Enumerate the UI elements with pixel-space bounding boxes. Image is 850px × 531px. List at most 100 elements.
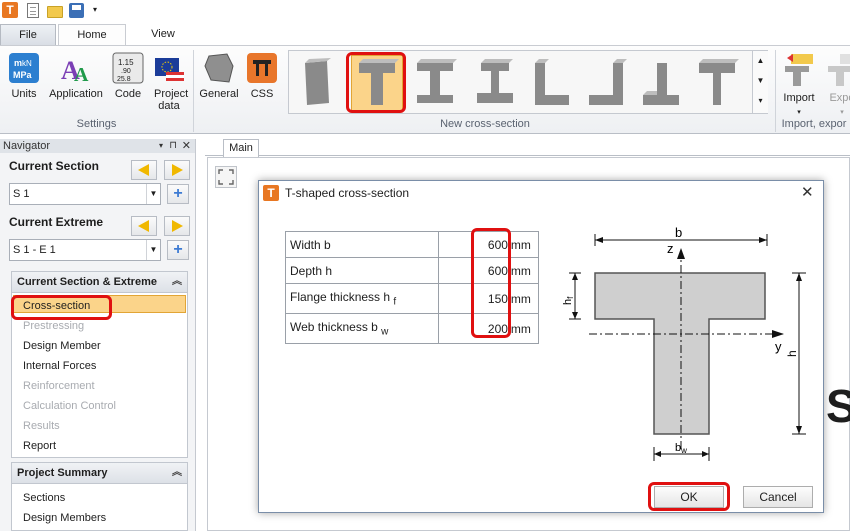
nav-item-report[interactable]: Report [23, 439, 56, 453]
customize-toolbar-icon[interactable]: ▾ [93, 5, 97, 14]
nav-item-prestressing[interactable]: Prestressing [23, 319, 84, 333]
settings-group-label: Settings [76, 118, 117, 130]
gallery-scroll-up-icon[interactable]: ▲ [753, 51, 768, 71]
nav-item-cross-section[interactable]: Cross-section [23, 299, 90, 313]
current-extreme-value: S 1 - E 1 [13, 244, 56, 256]
import-button[interactable]: Import ▾ [780, 52, 818, 119]
inverted-t-section-icon[interactable] [639, 57, 683, 109]
ok-button[interactable]: OK [654, 486, 724, 508]
quick-access-toolbar: T ▾ [0, 0, 850, 22]
dialog-title: T-shaped cross-section [285, 186, 410, 200]
dim-h-label: h [785, 350, 799, 357]
application-icon: AA [61, 56, 89, 84]
export-button[interactable]: Expo ▾ [822, 52, 850, 119]
next-section-button[interactable] [164, 160, 190, 180]
nav-item-calculation-control[interactable]: Calculation Control [23, 399, 116, 413]
svg-text:A: A [74, 64, 89, 84]
table-row: Web thickness b w 200 mm [284, 313, 539, 344]
expand-view-icon[interactable] [215, 166, 237, 188]
add-extreme-button[interactable]: + [167, 240, 189, 260]
navigator-pin-icon[interactable]: ⊓ [169, 139, 177, 153]
current-section-label: Current Section [9, 159, 100, 173]
i-unequal-section-icon[interactable] [473, 57, 517, 109]
nav-item-design-members[interactable]: Design Members [23, 511, 106, 525]
units-button[interactable]: m kN MPa Units [6, 52, 42, 100]
param-unit: mm [509, 283, 539, 314]
gallery-scroll-down-icon[interactable]: ▼ [753, 71, 768, 91]
dim-hf-label: hf [562, 296, 575, 305]
nav-item-sections[interactable]: Sections [23, 491, 65, 505]
arrow-left-icon [138, 220, 149, 232]
project-summary-header[interactable]: Project Summary ︽ [11, 462, 188, 484]
import-label: Import [783, 92, 815, 104]
l-section-icon[interactable] [529, 57, 573, 109]
general-shape-icon [204, 53, 234, 83]
nav-item-design-member[interactable]: Design Member [23, 339, 101, 353]
prev-extreme-button[interactable] [131, 216, 157, 236]
tab-home[interactable]: Home [58, 24, 126, 46]
axis-y-label: y [775, 339, 782, 354]
dim-bw-label: bw [675, 442, 687, 455]
tab-file[interactable]: File [0, 24, 56, 46]
tab-main[interactable]: Main [223, 139, 259, 157]
t-flange-section-icon[interactable] [695, 57, 739, 109]
units-icon: m kN MPa [9, 53, 39, 83]
param-unit: mm [509, 313, 539, 344]
chevron-down-icon: ▼ [146, 184, 160, 204]
general-button[interactable]: General [198, 52, 240, 100]
param-label: Web thickness b w [284, 313, 440, 344]
rectangle-section-icon[interactable] [295, 57, 337, 109]
chevron-down-icon: ▼ [146, 240, 160, 260]
i-section-icon[interactable] [413, 57, 457, 109]
current-extreme-label: Current Extreme [9, 215, 104, 229]
table-row: Width b 600 mm [284, 231, 539, 258]
width-b-input[interactable]: 600 [438, 231, 510, 258]
flange-thickness-input[interactable]: 150 [438, 283, 510, 314]
code-button[interactable]: 1.15.90 25.8 Code [108, 52, 148, 100]
arrow-right-icon [172, 220, 183, 232]
dialog-close-icon[interactable]: ✕ [801, 183, 814, 201]
app-logo-icon[interactable]: T [2, 2, 18, 18]
reverse-l-section-icon[interactable] [585, 57, 629, 109]
collapse-icon: ︽ [172, 276, 182, 287]
dialog-app-icon: T [263, 185, 279, 201]
current-extreme-select[interactable]: S 1 - E 1 ▼ [9, 239, 161, 261]
table-row: Flange thickness h f 150 mm [284, 283, 539, 314]
nav-item-internal-forces[interactable]: Internal Forces [23, 359, 96, 373]
gallery-scroll[interactable]: ▲ ▼ ▾ [752, 51, 768, 113]
css-icon [247, 53, 277, 83]
css-button[interactable]: CSS [242, 52, 282, 100]
save-icon[interactable] [69, 3, 84, 18]
application-button[interactable]: AA Application [46, 52, 106, 100]
cse-items-list: Cross-section Prestressing Design Member… [11, 293, 188, 458]
parameters-table: Width b 600 mm Depth h 600 mm Flange thi… [284, 231, 539, 344]
add-section-button[interactable]: + [167, 184, 189, 204]
general-label: General [199, 88, 239, 100]
current-section-value: S 1 [13, 188, 30, 200]
new-document-icon[interactable] [27, 3, 39, 18]
current-section-select[interactable]: S 1 ▼ [9, 183, 161, 205]
navigator-menu-icon[interactable]: ▾ [159, 139, 163, 153]
web-thickness-input[interactable]: 200 [438, 313, 510, 344]
prev-section-button[interactable] [131, 160, 157, 180]
cse-header-label: Current Section & Extreme [17, 276, 157, 288]
arrow-left-icon [138, 164, 149, 176]
gallery-expand-icon[interactable]: ▾ [753, 91, 768, 111]
tab-view[interactable]: View [130, 24, 196, 46]
depth-h-input[interactable]: 600 [438, 257, 510, 284]
cancel-button[interactable]: Cancel [743, 486, 813, 508]
nav-item-results[interactable]: Results [23, 419, 60, 433]
param-label: Flange thickness h f [284, 283, 440, 314]
open-folder-icon[interactable] [47, 6, 63, 18]
ps-header-label: Project Summary [17, 467, 108, 479]
export-label: Expo [829, 92, 850, 104]
next-extreme-button[interactable] [164, 216, 190, 236]
t-section-diagram: b z y h hf bw [562, 225, 806, 461]
project-data-button[interactable]: Project data [149, 52, 189, 112]
current-section-extreme-header[interactable]: Current Section & Extreme ︽ [11, 271, 188, 293]
nav-item-reinforcement[interactable]: Reinforcement [23, 379, 95, 393]
param-unit: mm [509, 231, 539, 258]
navigator-close-icon[interactable]: ✕ [182, 139, 191, 153]
navigator-title: Navigator [3, 140, 51, 152]
param-label: Depth h [284, 257, 440, 284]
